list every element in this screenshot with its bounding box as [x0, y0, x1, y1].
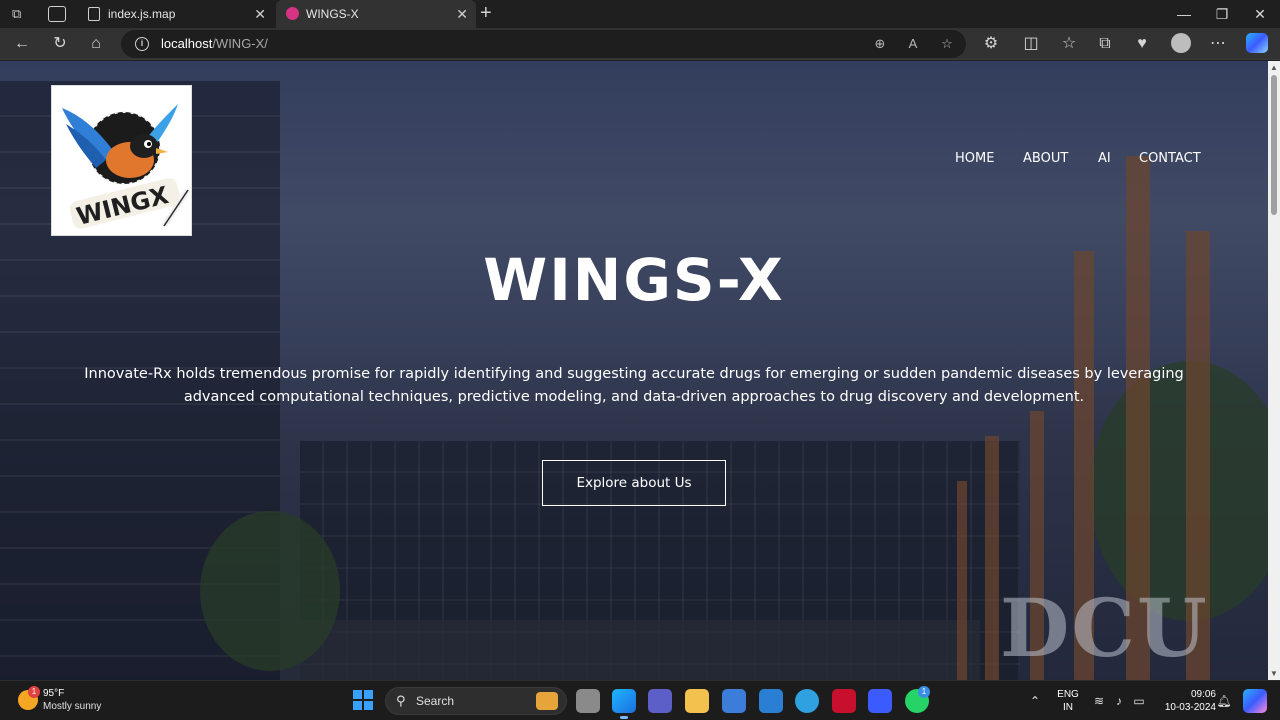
microsoft-store-icon[interactable] — [722, 689, 746, 713]
home-icon[interactable]: ⌂ — [84, 32, 108, 56]
close-window-button[interactable]: ✕ — [1240, 0, 1280, 28]
show-hidden-icons[interactable]: ⌃ — [1027, 681, 1043, 720]
volume-icon[interactable]: ♪ — [1110, 681, 1128, 720]
whatsapp-badge: 1 — [918, 686, 930, 698]
profile-avatar[interactable] — [1171, 33, 1191, 53]
extensions-icon[interactable]: ⚙ — [979, 32, 1003, 56]
search-highlight-icon — [536, 692, 558, 710]
browser-tab-strip: ⧉ index.js.map ✕ WINGS-X ✕ + — ❐ ✕ — [0, 0, 1280, 28]
scroll-down-icon[interactable]: ▼ — [1270, 669, 1278, 678]
site-logo[interactable]: WINGX — [51, 85, 192, 236]
url-text[interactable]: localhost/WING-X/ — [161, 30, 268, 58]
scrollbar-thumb[interactable] — [1271, 75, 1277, 215]
system-clock[interactable]: 09:06 10-03-2024 — [1152, 688, 1216, 714]
split-screen-icon[interactable]: ◫ — [1019, 32, 1043, 56]
copilot-taskbar-icon[interactable] — [1243, 689, 1267, 713]
site-info-icon[interactable]: i — [135, 37, 149, 51]
clock-date: 10-03-2024 — [1164, 702, 1216, 713]
explore-about-us-button[interactable]: Explore about Us — [542, 460, 726, 506]
input-language[interactable]: ENG IN — [1056, 688, 1080, 714]
refresh-icon[interactable]: ↻ — [48, 32, 72, 56]
background-tree — [200, 511, 340, 671]
wifi-icon[interactable]: ≋ — [1090, 681, 1108, 720]
favorite-star-icon[interactable]: ☆ — [935, 32, 959, 56]
minimize-button[interactable]: — — [1164, 0, 1204, 28]
region-code: IN — [1063, 702, 1073, 713]
more-options-icon[interactable]: ⋯ — [1206, 32, 1230, 56]
background-pillar — [985, 436, 999, 680]
nav-about-link[interactable]: ABOUT — [1023, 151, 1068, 166]
weather-temperature[interactable]: 95°F — [43, 688, 64, 699]
copilot-icon[interactable] — [1246, 33, 1268, 53]
logo-wordmark: WINGX — [74, 181, 172, 231]
nav-contact-link[interactable]: CONTACT — [1139, 151, 1201, 166]
workspaces-icon[interactable]: ⧉ — [12, 6, 30, 22]
tab-actions-icon[interactable] — [48, 6, 66, 22]
language-code: ENG — [1057, 689, 1079, 700]
mysql-workbench-icon[interactable] — [759, 689, 783, 713]
background-road — [280, 620, 980, 680]
tab-title: index.js.map — [108, 7, 176, 21]
start-button[interactable] — [353, 690, 373, 710]
document-icon — [88, 7, 100, 21]
maximize-button[interactable]: ❐ — [1202, 0, 1242, 28]
media-player-icon[interactable] — [868, 689, 892, 713]
hero-description: Innovate-Rx holds tremendous promise for… — [84, 366, 1184, 405]
tab-index-js-map[interactable]: index.js.map ✕ — [78, 0, 274, 28]
page-scrollbar[interactable]: ▲ ▼ — [1268, 61, 1280, 680]
tab-title: WINGS-X — [306, 7, 359, 21]
battery-icon[interactable]: ▭ — [1130, 681, 1148, 720]
search-label: Search — [416, 694, 455, 708]
search-icon: ⚲ — [396, 693, 406, 708]
close-tab-icon[interactable]: ✕ — [456, 0, 468, 28]
browser-toolbar: ← ↻ ⌂ i localhost/WING-X/ ⊕ A ☆ ⚙ ◫ ☆ ⧉ … — [0, 28, 1280, 60]
windows-taskbar: 1 95°F Mostly sunny ⚲ Search ⌃ ENG IN ≋ … — [0, 680, 1280, 720]
back-icon[interactable]: ← — [10, 32, 34, 56]
tab-wings-x[interactable]: WINGS-X ✕ — [276, 0, 476, 28]
weather-alert-badge: 1 — [28, 686, 40, 698]
nav-ai-link[interactable]: AI — [1098, 151, 1111, 166]
background-sign: DCU — [1000, 581, 1209, 675]
background-pillar — [957, 481, 967, 680]
zoom-icon[interactable]: ⊕ — [868, 32, 892, 56]
web-page: DCU WINGX HOME ABOUT AI CONTACT WINGS-X … — [0, 61, 1268, 680]
notifications-bell-icon[interactable]: 🔔︎ — [1216, 681, 1232, 720]
help-app-icon[interactable] — [795, 689, 819, 713]
file-explorer-icon[interactable] — [685, 689, 709, 713]
edge-browser-icon[interactable] — [612, 689, 636, 719]
teams-icon[interactable] — [648, 689, 672, 713]
close-tab-icon[interactable]: ✕ — [254, 0, 266, 28]
clock-time: 09:06 — [1190, 689, 1216, 700]
taskbar-search[interactable]: ⚲ Search — [385, 687, 567, 715]
new-tab-icon[interactable]: + — [480, 0, 492, 28]
weather-description[interactable]: Mostly sunny — [43, 701, 101, 712]
read-aloud-icon[interactable]: A — [901, 32, 925, 56]
collections-icon[interactable]: ⧉ — [1093, 32, 1117, 56]
hero-title: WINGS-X — [483, 246, 785, 314]
favorites-icon[interactable]: ☆ — [1057, 32, 1081, 56]
address-bar[interactable]: i localhost/WING-X/ ⊕ A ☆ — [121, 30, 966, 58]
bird-logo-icon: WINGX — [62, 104, 191, 231]
browser-essentials-icon[interactable]: ♥ — [1130, 32, 1154, 56]
scroll-up-icon[interactable]: ▲ — [1270, 63, 1278, 72]
nav-home-link[interactable]: HOME — [955, 151, 994, 166]
task-view-icon[interactable] — [576, 689, 600, 713]
mcafee-icon[interactable] — [832, 689, 856, 713]
site-favicon-icon — [286, 7, 299, 20]
